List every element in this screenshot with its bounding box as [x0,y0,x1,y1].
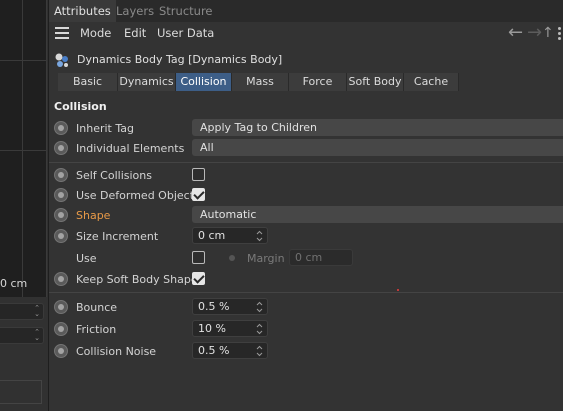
hamburger-menu-icon[interactable] [55,27,69,39]
keyframe-toggle-icon[interactable] [54,168,68,182]
menu-user-data[interactable]: User Data [157,25,214,42]
menu-mode[interactable]: Mode [80,25,111,42]
collision-noise-row: Collision Noise 0.5 % [49,341,563,361]
bounce-row: Bounce 0.5 % [49,297,563,317]
left-panel: 0 cm ⌃ ⌄ ⌃ ⌄ [0,0,48,411]
panel-tab-bar: Attributes Layers Structure [49,0,563,22]
keyframe-toggle-icon[interactable] [54,322,68,336]
friction-label: Friction [76,323,117,336]
collision-noise-input[interactable]: 0.5 % [192,342,268,359]
attributes-panel: Attributes Layers Structure Mode Edit Us… [48,0,563,411]
shape-label: Shape [76,209,111,222]
keep-soft-body-shape-checkbox[interactable] [192,272,205,285]
left-coordinate-value: 0 cm [0,277,28,290]
bounce-value: 0.5 % [198,300,230,313]
keyframe-toggle-icon[interactable] [54,141,68,155]
margin-value: 0 cm [295,251,323,264]
menu-bar: Mode Edit User Data ← → ↑ [49,22,563,44]
individual-elements-label: Individual Elements [76,142,185,155]
keyframe-toggle-icon[interactable] [54,188,68,202]
individual-elements-row: Individual Elements All [49,138,563,158]
back-arrow-icon[interactable]: ← [508,22,523,44]
divider [49,162,563,163]
self-collisions-row: Self Collisions [49,165,563,185]
inherit-tag-row: Inherit Tag Apply Tag to Children [49,118,563,138]
self-collisions-checkbox[interactable] [192,168,205,181]
left-number-field[interactable]: ⌃ ⌄ [0,327,44,344]
tab-attributes[interactable]: Attributes [49,0,116,22]
object-header: Dynamics Body Tag [Dynamics Body] [49,48,563,70]
object-title: Dynamics Body Tag [Dynamics Body] [77,53,283,66]
shape-dropdown[interactable]: Automatic [192,206,563,223]
individual-elements-value: All [200,141,214,154]
self-collisions-label: Self Collisions [76,169,152,182]
shape-row: Shape Automatic [49,205,563,225]
size-increment-value: 0 cm [198,229,226,242]
use-deformed-object-checkbox[interactable] [192,188,205,201]
left-bottom-panel [0,380,42,404]
use-label: Use [76,252,97,265]
more-options-icon[interactable] [552,25,563,41]
margin-input: 0 cm [289,249,353,266]
tab-structure[interactable]: Structure [154,0,218,22]
stepper-arrows-icon[interactable] [256,230,263,242]
keyframe-toggle-icon[interactable] [54,229,68,243]
size-increment-label: Size Increment [76,230,159,243]
subtab-soft-body[interactable]: Soft Body [347,73,404,91]
inherit-tag-value: Apply Tag to Children [200,121,317,134]
bounce-label: Bounce [76,301,118,314]
friction-value: 10 % [198,322,226,335]
margin-label: Margin [247,252,285,265]
section-title: Collision [54,100,107,113]
friction-row: Friction 10 % [49,319,563,339]
collision-noise-value: 0.5 % [198,344,230,357]
individual-elements-dropdown[interactable]: All [192,139,563,156]
subtab-force[interactable]: Force [289,73,347,91]
size-increment-row: Size Increment 0 cm [49,226,563,246]
stepper-arrows-icon[interactable] [256,301,263,313]
keyframe-toggle-icon[interactable] [54,344,68,358]
use-checkbox[interactable] [192,251,205,264]
tab-layers[interactable]: Layers [111,0,159,22]
inherit-tag-label: Inherit Tag [76,122,134,135]
use-deformed-object-label: Use Deformed Object [76,189,195,202]
use-margin-row: Use Margin 0 cm [49,248,563,268]
stepper-arrows-icon[interactable] [256,323,263,335]
shape-value: Automatic [200,208,257,221]
keyframe-toggle-icon[interactable] [54,208,68,222]
inherit-tag-dropdown[interactable]: Apply Tag to Children [192,119,563,136]
divider [49,292,563,293]
bounce-input[interactable]: 0.5 % [192,298,268,315]
collision-noise-label: Collision Noise [76,345,157,358]
dynamics-body-tag-icon [55,53,68,67]
subtab-basic[interactable]: Basic [58,73,118,91]
viewport[interactable] [0,0,47,297]
margin-keyframe-icon [229,255,235,261]
keep-soft-body-shape-row: Keep Soft Body Shape [49,269,563,289]
keyframe-toggle-icon[interactable] [54,121,68,135]
subtab-cache[interactable]: Cache [404,73,459,91]
menu-edit[interactable]: Edit [124,25,146,42]
stepper-arrows-icon[interactable] [256,345,263,357]
subtab-mass[interactable]: Mass [232,73,289,91]
marker-dot [397,289,399,291]
forward-arrow-icon[interactable]: → [527,22,542,44]
subtab-dynamics[interactable]: Dynamics [118,73,176,91]
size-increment-input[interactable]: 0 cm [192,227,268,244]
subtab-collision[interactable]: Collision [176,73,232,91]
use-deformed-object-row: Use Deformed Object [49,185,563,205]
keyframe-toggle-icon[interactable] [54,300,68,314]
friction-input[interactable]: 10 % [192,320,268,337]
keyframe-toggle-icon[interactable] [54,272,68,286]
keep-soft-body-shape-label: Keep Soft Body Shape [76,273,198,286]
left-number-field[interactable]: ⌃ ⌄ [0,303,44,320]
